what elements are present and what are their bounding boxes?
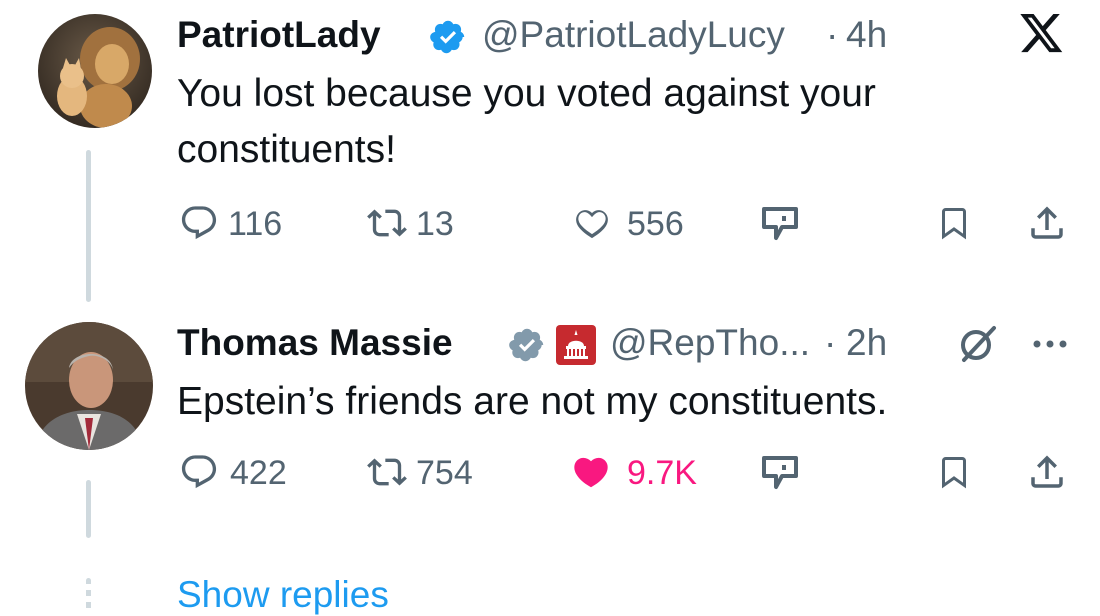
collapsed-thread-dots — [86, 578, 91, 614]
avatar[interactable] — [38, 14, 152, 128]
man-in-suit-avatar-image — [25, 322, 153, 450]
capitol-affiliation-icon — [555, 324, 597, 366]
grok-slash-icon[interactable] — [956, 324, 1000, 364]
bookmark-icon[interactable] — [936, 203, 972, 243]
repost-icon[interactable] — [366, 452, 408, 492]
tweet-text: Epstein’s friends are not my constituent… — [177, 380, 888, 423]
handle[interactable]: @PatriotLadyLucy — [482, 14, 785, 56]
avatar[interactable] — [25, 322, 153, 450]
separator-dot: · — [824, 322, 837, 363]
repost-icon[interactable] — [366, 203, 408, 243]
like-count: 9.7K — [627, 454, 697, 492]
share-icon[interactable] — [1026, 202, 1068, 244]
grok-icon[interactable] — [760, 454, 800, 492]
show-replies-link[interactable]: Show replies — [177, 574, 389, 616]
display-name[interactable]: Thomas Massie — [177, 322, 453, 364]
more-options-icon[interactable] — [1030, 332, 1070, 356]
like-icon[interactable] — [571, 203, 613, 243]
like-count: 556 — [627, 205, 684, 243]
reply-icon[interactable] — [179, 452, 219, 492]
handle[interactable]: @RepTho... — [610, 322, 810, 364]
repost-count: 13 — [416, 205, 454, 243]
bookmark-icon[interactable] — [936, 452, 972, 492]
like-filled-icon[interactable] — [569, 452, 613, 492]
government-badge-icon — [508, 326, 546, 364]
thread-line — [86, 150, 91, 302]
x-logo-icon — [1020, 14, 1064, 54]
repost-count: 754 — [416, 454, 473, 492]
reply-count: 116 — [228, 205, 283, 243]
display-name[interactable]: PatriotLady — [177, 14, 381, 56]
tweet-text: You lost because you voted against your … — [177, 72, 876, 171]
verified-badge-icon — [429, 18, 467, 56]
timestamp[interactable]: 4h — [846, 14, 887, 56]
share-icon[interactable] — [1026, 451, 1068, 493]
lion-and-kitten-avatar-image — [38, 14, 152, 128]
reply-count: 422 — [230, 454, 287, 492]
separator-dot: · — [826, 14, 839, 55]
thread-line — [86, 480, 91, 538]
grok-icon[interactable] — [760, 205, 800, 243]
reply-icon[interactable] — [179, 203, 219, 243]
timestamp[interactable]: 2h — [846, 322, 887, 364]
